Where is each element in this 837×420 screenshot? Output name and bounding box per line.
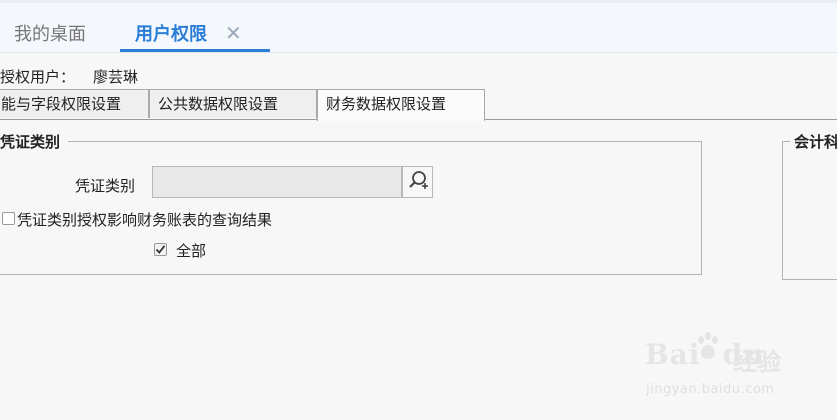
search-icon [407,169,429,195]
voucher-category-input[interactable] [152,166,402,198]
tab-user-permissions[interactable]: 用户权限 ✕ [120,14,270,52]
checkmark-icon [155,245,166,254]
active-tab-indicator [120,49,270,52]
select-all-checkbox[interactable] [154,243,167,256]
accounting-subject-group-title: 会计科 [790,131,837,152]
header-bar: 我的桌面 用户权限 ✕ [0,0,837,53]
permission-subtabs: 能与字段权限设置 公共数据权限设置 财务数据权限设置 [0,89,837,121]
select-all-label: 全部 [176,242,207,260]
tab-user-permissions-label: 用户权限 [135,24,207,45]
affect-reports-label: 凭证类别授权影响财务账表的查询结果 [17,211,273,229]
baidu-jingyan-watermark: Bai du 经验 jingyan.baidu.com [640,330,800,400]
voucher-category-lookup-button[interactable] [402,166,433,198]
authorized-user-row: 授权用户： 廖芸琳 [0,66,138,87]
watermark-cn-text: 经验 [733,348,781,376]
subtab-financial-data[interactable]: 财务数据权限设置 [317,89,485,121]
top-divider [0,0,837,3]
authorized-user-label: 授权用户： [0,68,76,86]
subtab-function-field[interactable]: 能与字段权限设置 [0,89,149,118]
voucher-category-field-label: 凭证类别 [75,177,136,195]
subtab-public-data[interactable]: 公共数据权限设置 [149,89,317,118]
watermark-brand-prefix: Bai [645,338,701,371]
voucher-category-group [0,141,702,275]
authorized-user-name: 廖芸琳 [93,68,139,86]
watermark-url: jingyan.baidu.com [646,382,775,397]
affect-reports-checkbox[interactable] [2,212,15,225]
tab-my-desktop[interactable]: 我的桌面 [14,20,86,46]
close-icon[interactable]: ✕ [225,21,242,45]
voucher-category-group-title: 凭证类别 [0,131,69,152]
accounting-subject-group [782,141,837,280]
paw-icon [698,332,718,359]
